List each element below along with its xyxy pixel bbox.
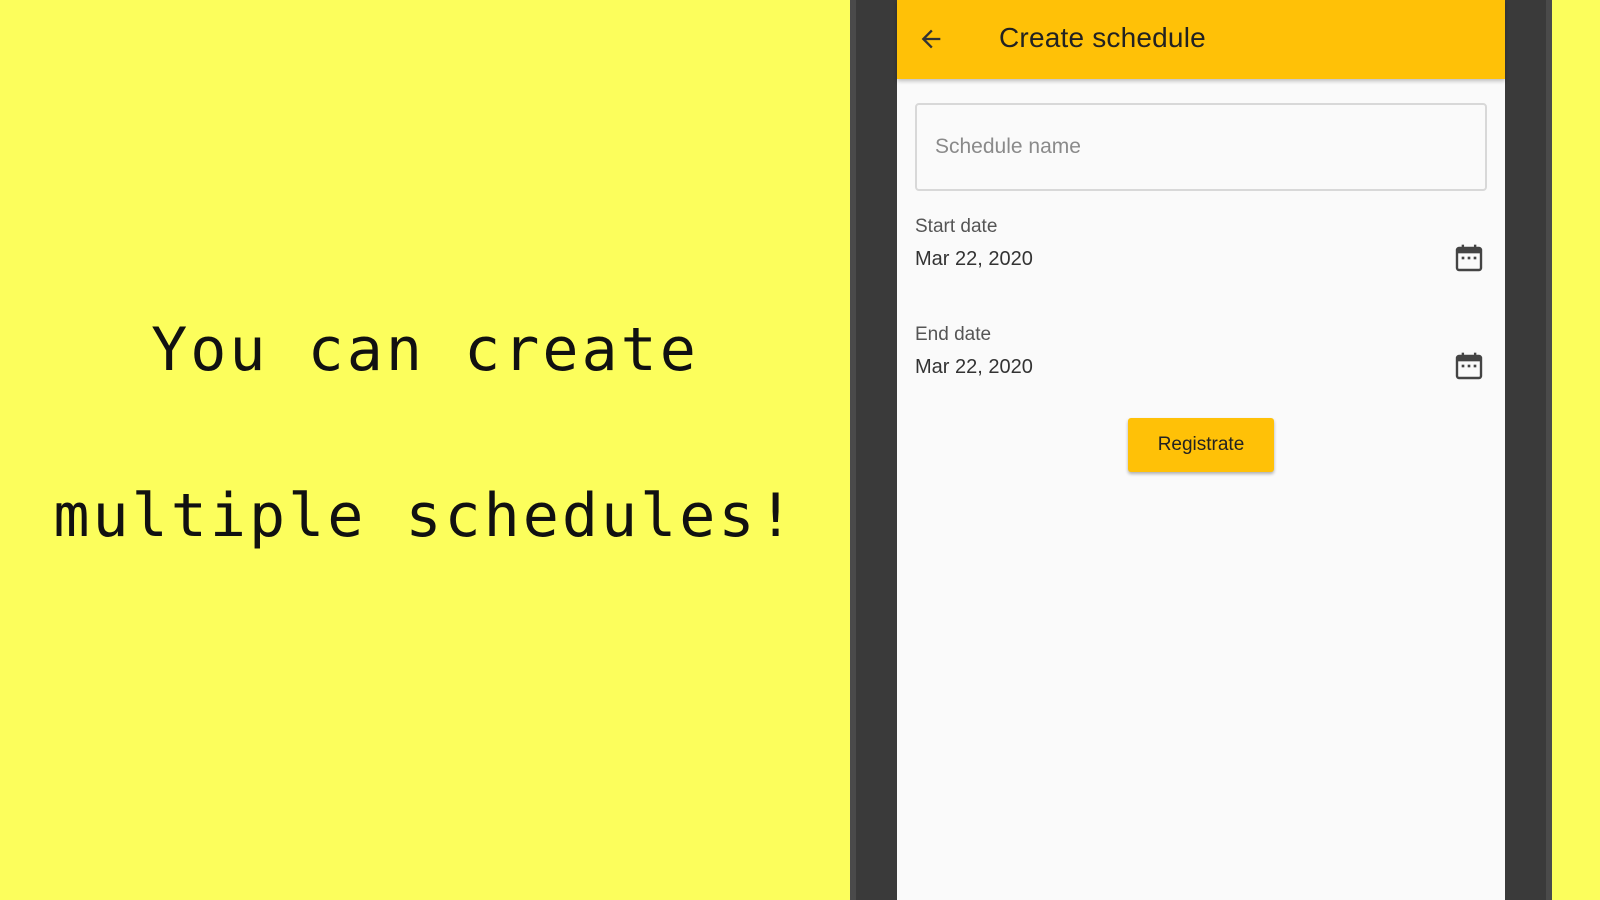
start-date-label: Start date	[915, 216, 998, 237]
start-date-value: Mar 22, 2020	[915, 248, 1033, 270]
promo-panel: You can create multiple schedules!	[0, 0, 850, 900]
store-screenshot: You can create multiple schedules! Creat…	[0, 0, 1600, 900]
end-date-label: End date	[915, 324, 992, 345]
start-date-row[interactable]: Start date Mar 22, 2020	[915, 216, 1487, 286]
promo-headline-line-1: You can create	[151, 315, 699, 385]
calendar-icon[interactable]	[1453, 242, 1485, 274]
schedule-name-field[interactable]	[915, 103, 1487, 191]
page-title: Create schedule	[999, 22, 1206, 53]
end-date-value: Mar 22, 2020	[915, 356, 1033, 378]
app-screen: Create schedule Start date Mar 22, 2020 …	[897, 0, 1505, 900]
schedule-name-input[interactable]	[917, 105, 1485, 189]
app-bar: Create schedule	[897, 0, 1505, 79]
promo-headline-line-2: multiple schedules!	[53, 481, 797, 551]
end-date-row[interactable]: End date Mar 22, 2020	[915, 324, 1487, 394]
phone-frame-edge-left	[850, 0, 856, 900]
arrow-back-icon	[921, 29, 941, 49]
phone-frame-edge-right	[1546, 0, 1552, 900]
calendar-icon[interactable]	[1453, 350, 1485, 382]
back-button[interactable]	[911, 19, 951, 59]
registrate-button[interactable]: Registrate	[1128, 418, 1274, 472]
